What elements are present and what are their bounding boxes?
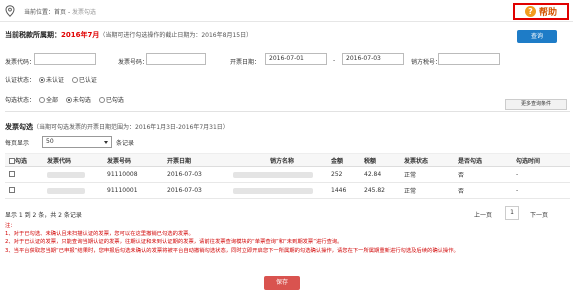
invoice-table: 勾选 发票代码 发票号码 开票日期 销方名称 金额 税额 发票状态 是否勾选 勾…: [5, 153, 570, 199]
cell-code: [47, 182, 107, 199]
auth-radio-unverified[interactable]: [38, 77, 45, 83]
cell-seller: [233, 182, 331, 199]
auth-status-group: 认证状态： 未认证 已认证: [5, 75, 97, 84]
row-checkbox[interactable]: [9, 187, 15, 193]
select-option-all: 全部: [45, 97, 58, 104]
note-line: 2、对于已认证的发票，只能查询当期认证的发票，往期认证和未到认证期的发票，请前往…: [5, 239, 343, 246]
column-header-number: 发票号码: [107, 153, 167, 167]
invoice-number-label: 发票号码：: [118, 59, 149, 66]
page-number-button[interactable]: 1: [505, 206, 519, 220]
breadcrumb-current: 发票勾选: [72, 9, 97, 16]
seller-taxid-input[interactable]: [438, 53, 500, 65]
cell-number: 91110001: [107, 182, 167, 199]
select-status-group: 勾选状态： 全部 未勾选 已勾选: [5, 95, 124, 104]
breadcrumb-prefix: 当前位置：: [24, 9, 55, 16]
auth-option-verified: 已认证: [78, 77, 97, 84]
redacted-seller: [233, 171, 313, 178]
records-label: 条记录: [116, 140, 135, 147]
column-header-seller: 销方名称: [233, 153, 331, 167]
help-label: 帮助: [538, 8, 557, 18]
tax-period-label: 当前税款所属期：: [5, 31, 61, 39]
notes-title: 注：: [5, 223, 16, 229]
date-from-input[interactable]: 2016-07-01: [265, 53, 327, 65]
row-checkbox[interactable]: [9, 171, 15, 177]
cell-selected: 否: [458, 166, 516, 183]
note-line: 1、对于已勾选、未确认且未扫描认证的发票，您可以在这里撤销已勾选的发票。: [5, 231, 194, 238]
location-pin-icon: [5, 5, 15, 17]
column-header-status: 发票状态: [404, 153, 458, 167]
note-line: 3、当平台获取您当期“已申报”结果时，您申报后勾选未确认的发票将被平台自动撤销勾…: [5, 247, 459, 254]
select-radio-all[interactable]: [38, 97, 45, 103]
cell-amount: 252: [331, 166, 364, 183]
invoice-code-label: 发票代码：: [5, 59, 36, 66]
row-checkbox-cell: [5, 182, 47, 199]
redacted-code: [47, 171, 85, 178]
column-header-time: 勾选时间: [516, 153, 570, 167]
cell-date: 2016-07-03: [167, 166, 233, 183]
redacted-seller: [233, 187, 313, 194]
tax-period-month: 2016年7月: [61, 31, 100, 39]
cell-status: 正常: [404, 166, 458, 183]
section-title: 发票勾选（当期可勾选发票的开票日期范围为：2016年1月3日-2016年7月31…: [5, 122, 229, 132]
help-icon: ?: [524, 6, 536, 17]
column-header-tax: 税额: [364, 153, 404, 167]
per-page-value: 50: [46, 138, 54, 145]
auth-option-unverified: 未认证: [45, 77, 64, 84]
tax-period-note: （当期可进行勾选操作的截止日期为：2016年8月15日）: [99, 32, 253, 39]
column-header-date: 开票日期: [167, 153, 233, 167]
row-checkbox-cell: [5, 166, 47, 183]
invoice-code-input[interactable]: [34, 53, 96, 65]
query-button[interactable]: 查询: [517, 30, 557, 43]
tax-period: 当前税款所属期：2016年7月（当期可进行勾选操作的截止日期为：2016年8月1…: [5, 30, 252, 40]
date-separator: -: [333, 57, 336, 64]
select-option-selected: 已勾选: [105, 97, 124, 104]
redacted-code: [47, 187, 85, 194]
invoice-number-input[interactable]: [146, 53, 206, 65]
select-radio-selected[interactable]: [98, 97, 105, 103]
save-button[interactable]: 保存: [264, 276, 300, 290]
cell-status: 正常: [404, 182, 458, 199]
top-bar: 当前位置：首页 - 发票勾选 ? 帮助: [0, 0, 573, 22]
next-page-link[interactable]: 下一页: [530, 210, 548, 219]
chevron-down-icon: [104, 141, 108, 144]
table-row: 91110001 2016-07-03 1446 245.82 正常 否 -: [5, 182, 570, 199]
cell-selected: 否: [458, 182, 516, 199]
cell-time: -: [516, 166, 570, 183]
table-row: 91110008 2016-07-03 252 42.84 正常 否 -: [5, 166, 570, 183]
more-filters-button[interactable]: 更多查询条件: [505, 99, 567, 110]
divider: [5, 111, 570, 112]
cell-seller: [233, 166, 331, 183]
column-header-select: 勾选: [5, 153, 47, 167]
cell-number: 91110008: [107, 166, 167, 183]
cell-time: -: [516, 182, 570, 199]
column-header-selected: 是否勾选: [458, 153, 516, 167]
cell-code: [47, 166, 107, 183]
table-header-row: 勾选 发票代码 发票号码 开票日期 销方名称 金额 税额 发票状态 是否勾选 勾…: [5, 153, 570, 167]
column-header-code: 发票代码: [47, 153, 107, 167]
per-page-label: 每页显示: [5, 140, 30, 147]
column-header-amount: 金额: [331, 153, 364, 167]
records-summary: 显示 1 到 2 条，共 2 条记录: [5, 212, 82, 219]
select-status-label: 勾选状态：: [5, 97, 36, 104]
auth-radio-verified[interactable]: [71, 77, 78, 83]
cell-amount: 1446: [331, 182, 364, 199]
cell-tax: 245.82: [364, 182, 404, 199]
breadcrumb: 当前位置：首页 - 发票勾选: [24, 7, 96, 16]
seller-taxid-label: 销方税号：: [411, 59, 442, 66]
date-to-input[interactable]: 2016-07-03: [342, 53, 404, 65]
section-label: 发票勾选: [5, 123, 33, 131]
cell-date: 2016-07-03: [167, 182, 233, 199]
notes-block: 注： 1、对于已勾选、未确认且未扫描认证的发票，您可以在这里撤销已勾选的发票。 …: [5, 222, 570, 255]
auth-status-label: 认证状态：: [5, 77, 36, 84]
select-radio-unselected[interactable]: [65, 97, 72, 103]
prev-page-link[interactable]: 上一页: [474, 210, 492, 219]
breadcrumb-home[interactable]: 首页: [54, 9, 66, 16]
date-label: 开票日期：: [230, 59, 261, 66]
help-button[interactable]: ? 帮助: [513, 3, 569, 20]
select-option-unselected: 未勾选: [72, 97, 91, 104]
per-page-select[interactable]: 50: [42, 136, 112, 148]
section-note: （当期可勾选发票的开票日期范围为：2016年1月3日-2016年7月31日）: [33, 124, 229, 131]
cell-tax: 42.84: [364, 166, 404, 183]
